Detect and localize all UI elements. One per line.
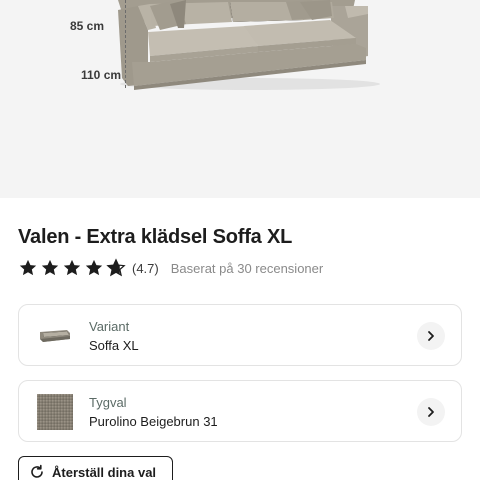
variant-chevron-button[interactable] xyxy=(417,322,445,350)
star-full-icon xyxy=(19,259,37,276)
fabric-chevron-button[interactable] xyxy=(417,398,445,426)
fabric-selector[interactable]: Tygval Purolino Beigebrun 31 xyxy=(18,380,462,442)
star-full-icon xyxy=(63,259,81,276)
fabric-swatch-icon xyxy=(37,394,73,430)
product-page: 85 cm 110 cm Valen - Extra klädsel Soffa… xyxy=(0,0,480,480)
refresh-icon xyxy=(31,464,43,478)
dimension-line xyxy=(125,0,126,88)
height-dimension-label: 85 cm xyxy=(70,19,105,33)
star-full-icon xyxy=(41,259,59,276)
fabric-text: Tygval Purolino Beigebrun 31 xyxy=(89,395,218,431)
variant-value: Soffa XL xyxy=(89,338,139,353)
reset-selections-button[interactable]: Återställ dina val xyxy=(18,456,173,480)
chevron-right-icon xyxy=(428,331,434,341)
rating-value: (4.7) xyxy=(132,260,159,276)
sofa-thumbnail-icon xyxy=(40,330,70,342)
product-title: Valen - Extra klädsel Soffa XL xyxy=(18,226,293,248)
review-count-link[interactable]: Baserat på 30 recensioner xyxy=(171,261,323,276)
variant-text: Variant Soffa XL xyxy=(89,319,139,355)
reset-label: Återställ dina val xyxy=(52,464,157,480)
rating-stars xyxy=(18,258,126,278)
fabric-label: Tygval xyxy=(89,395,127,410)
product-rating[interactable]: (4.7) Baserat på 30 recensioner xyxy=(18,258,323,278)
variant-label: Variant xyxy=(89,319,130,334)
depth-dimension-label: 110 cm xyxy=(81,68,122,82)
chevron-right-icon xyxy=(428,407,434,417)
fabric-value: Purolino Beigebrun 31 xyxy=(89,414,218,429)
star-full-icon xyxy=(85,259,103,276)
product-image[interactable]: 85 cm 110 cm xyxy=(0,0,480,198)
variant-selector[interactable]: Variant Soffa XL xyxy=(18,304,462,366)
star-partial-icon xyxy=(106,258,126,277)
